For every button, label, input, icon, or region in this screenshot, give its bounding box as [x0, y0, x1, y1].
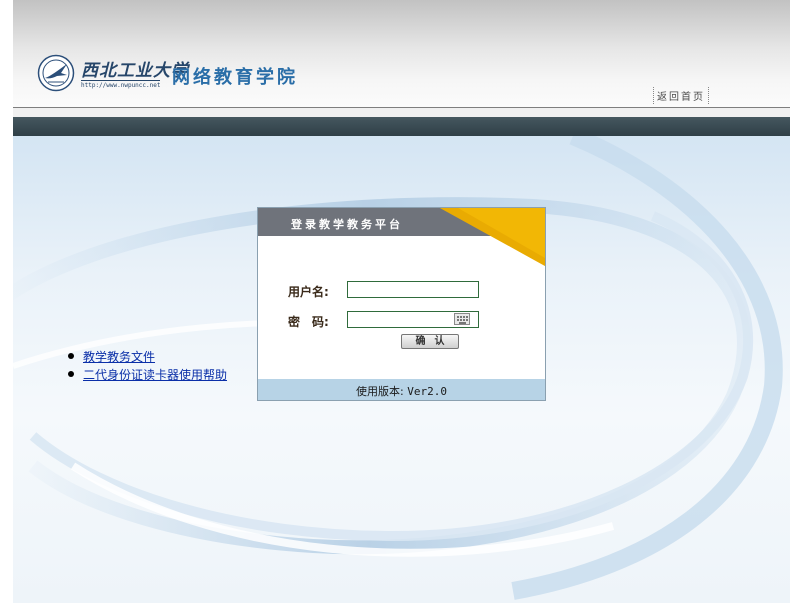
login-footer: 使用版本: Ver2.0	[258, 379, 545, 400]
version-info: 使用版本: Ver2.0	[258, 383, 545, 399]
list-item: 二代身份证读卡器使用帮助	[67, 366, 227, 384]
main-area: 登录教学教务平台 用户名: 密 码: 确认 使用版本: Ver2.0 教学教务文…	[13, 136, 790, 603]
username-input[interactable]	[347, 281, 479, 298]
university-emblem-icon	[37, 54, 75, 92]
login-title: 登录教学教务平台	[291, 218, 403, 231]
version-value: Ver2.0	[407, 385, 447, 398]
school-url: http://www.nwpuncc.net	[81, 80, 161, 89]
teaching-documents-link[interactable]: 教学教务文件	[83, 350, 155, 364]
login-panel: 登录教学教务平台 用户名: 密 码: 确认 使用版本: Ver2.0	[257, 207, 546, 401]
home-link[interactable]: 返回首页	[653, 87, 709, 104]
username-label: 用户名:	[288, 285, 329, 299]
version-label: 使用版本:	[356, 385, 404, 398]
page: 西北工业大学 http://www.nwpuncc.net 网络教育学院 返回首…	[13, 0, 790, 603]
confirm-button[interactable]: 确认	[401, 334, 459, 349]
bullet-icon	[68, 371, 74, 377]
header-dark-band	[13, 117, 790, 136]
header-light-band	[13, 108, 790, 117]
id-card-reader-help-link[interactable]: 二代身份证读卡器使用帮助	[83, 368, 227, 382]
list-item: 教学教务文件	[67, 348, 227, 366]
bullet-icon	[68, 353, 74, 359]
college-name: 网络教育学院	[172, 67, 298, 88]
site-header: 西北工业大学 http://www.nwpuncc.net 网络教育学院 返回首…	[13, 0, 790, 107]
virtual-keyboard-icon[interactable]	[454, 313, 470, 325]
help-links: 教学教务文件 二代身份证读卡器使用帮助	[67, 348, 227, 384]
corner-decoration	[440, 208, 545, 266]
password-label: 密 码:	[288, 315, 329, 329]
